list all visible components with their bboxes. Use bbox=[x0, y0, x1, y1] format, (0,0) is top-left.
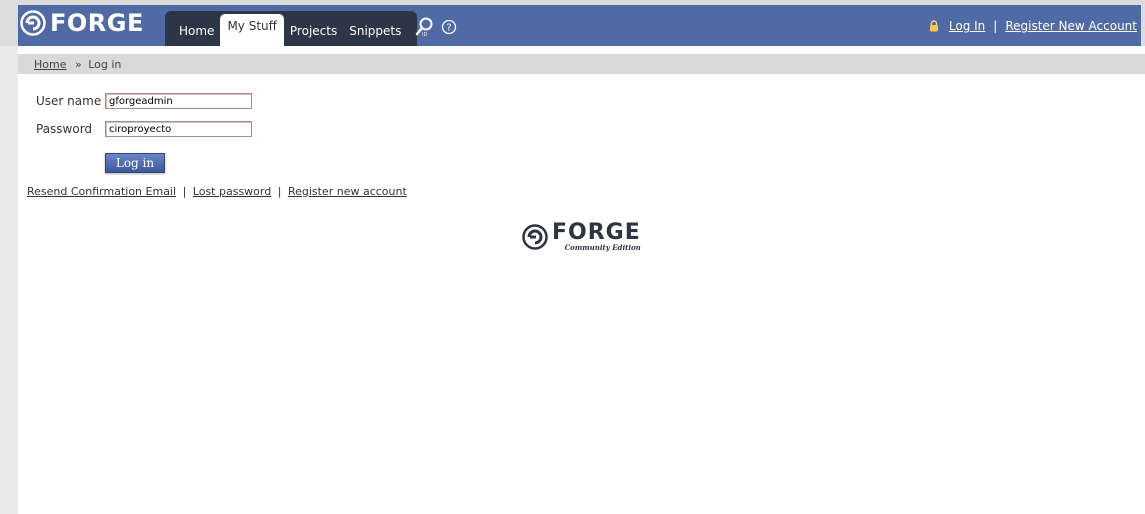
footer-logo: FORGE Community Edition bbox=[522, 222, 641, 252]
left-gutter bbox=[0, 0, 18, 514]
link-separator: | bbox=[277, 185, 282, 198]
forge-footer-logo-icon bbox=[522, 224, 548, 250]
footer-logo-text: FORGE bbox=[552, 220, 641, 245]
header: FORGE Home My Stuff Projects Snippets ID… bbox=[18, 5, 1141, 46]
login-link[interactable]: Log In bbox=[949, 19, 985, 33]
password-label: Password bbox=[36, 122, 93, 136]
breadcrumb-bar: Home » Log in bbox=[18, 54, 1145, 74]
nav-icons: ID ? bbox=[415, 17, 457, 37]
footer-logo-text-block: FORGE Community Edition bbox=[552, 220, 641, 253]
logo[interactable]: FORGE bbox=[20, 9, 144, 37]
tab-my-stuff[interactable]: My Stuff bbox=[220, 14, 284, 46]
tab-snippets[interactable]: Snippets bbox=[343, 24, 407, 46]
svg-text:?: ? bbox=[446, 23, 451, 34]
breadcrumb-separator: » bbox=[74, 57, 82, 71]
lock-icon bbox=[929, 20, 938, 32]
search-icon[interactable]: ID bbox=[415, 17, 435, 37]
link-separator: | bbox=[182, 185, 187, 198]
breadcrumb: Home » Log in bbox=[34, 58, 121, 71]
lost-password-link[interactable]: Lost password bbox=[193, 185, 271, 198]
account-links: Resend Confirmation Email | Lost passwor… bbox=[27, 185, 407, 198]
help-icon[interactable]: ? bbox=[441, 19, 457, 35]
login-button[interactable]: Log in bbox=[105, 153, 165, 173]
register-new-account-link[interactable]: Register new account bbox=[288, 185, 407, 198]
register-account-link[interactable]: Register New Account bbox=[1005, 19, 1137, 33]
logo-text: FORGE bbox=[50, 9, 144, 37]
auth-links: Log In | Register New Account bbox=[928, 19, 1137, 33]
svg-text:ID: ID bbox=[422, 32, 427, 37]
forge-logo-icon bbox=[20, 10, 46, 36]
footer-logo-subtitle: Community Edition bbox=[564, 243, 641, 252]
nav-tabs: Home My Stuff Projects Snippets bbox=[165, 11, 418, 46]
resend-confirmation-link[interactable]: Resend Confirmation Email bbox=[27, 185, 176, 198]
top-bar: FORGE Home My Stuff Projects Snippets ID… bbox=[0, 0, 1145, 46]
auth-separator: | bbox=[993, 19, 998, 33]
tab-projects[interactable]: Projects bbox=[284, 24, 343, 46]
breadcrumb-current: Log in bbox=[88, 57, 122, 71]
username-label: User name bbox=[36, 94, 102, 108]
username-input[interactable] bbox=[105, 93, 252, 109]
tab-home[interactable]: Home bbox=[173, 24, 220, 46]
password-input[interactable] bbox=[105, 121, 252, 137]
breadcrumb-home[interactable]: Home bbox=[34, 58, 66, 71]
